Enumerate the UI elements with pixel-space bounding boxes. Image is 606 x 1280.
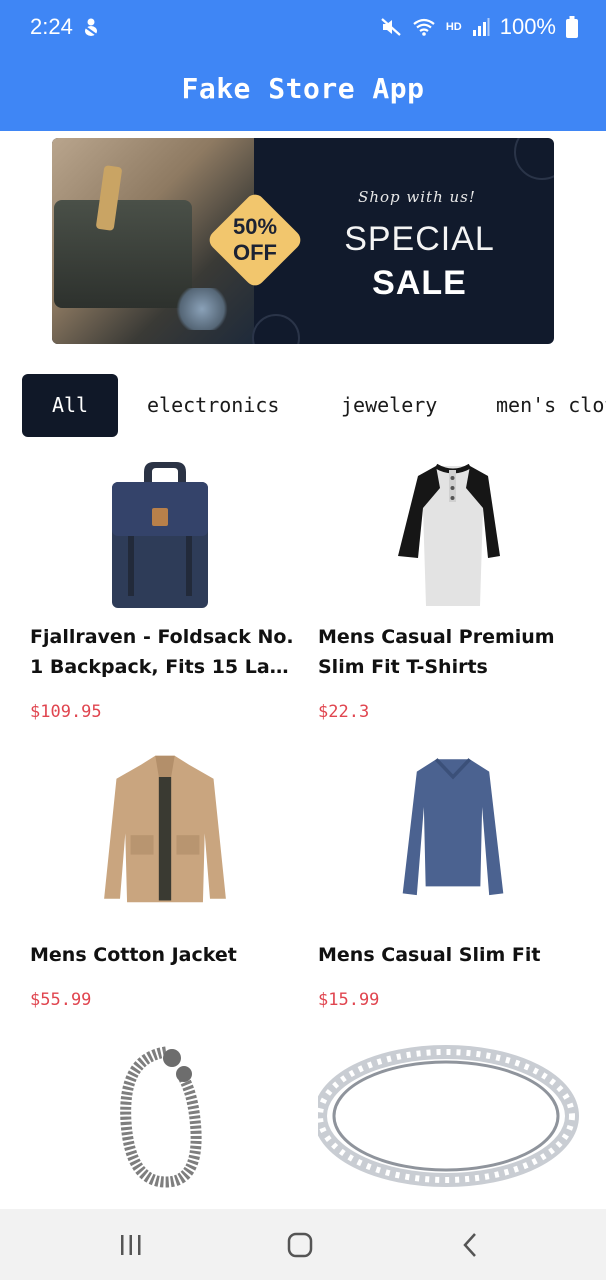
category-mens-clothing[interactable]: men's clothing — [492, 374, 606, 437]
product-title-line2: Slim Fit T-Shirts — [318, 656, 488, 678]
product-title-line1: Mens Cotton Jacket — [30, 944, 237, 966]
flower-decoration — [172, 288, 232, 330]
recent-apps-icon — [121, 1235, 141, 1255]
product-card[interactable]: Mens Cotton Jacket $55.99 — [30, 754, 300, 1014]
badge-percent: 50% — [232, 214, 278, 239]
product-card[interactable]: Mens Casual Slim Fit $15.99 — [318, 754, 588, 1014]
signal-icon — [472, 18, 490, 36]
product-card[interactable] — [30, 1042, 300, 1209]
category-tabs: All electronics jewelery men's clothing — [22, 374, 606, 438]
category-electronics[interactable]: electronics — [143, 374, 283, 437]
battery-icon — [566, 16, 578, 38]
wifi-icon — [413, 18, 435, 36]
hd-label: HD — [445, 21, 462, 33]
system-nav-bar — [0, 1209, 606, 1280]
promo-banner[interactable]: 50% OFF Shop with us! SPECIAL SALE — [52, 138, 554, 344]
bracelet-image — [120, 1046, 202, 1188]
category-jewelery[interactable]: jewelery — [337, 374, 441, 437]
product-title-line1: Mens Casual Slim Fit — [318, 944, 541, 966]
discount-badge: 50% OFF — [203, 188, 307, 292]
banner-headline: SPECIAL — [344, 220, 495, 258]
product-title-line2: 1 Backpack, Fits 15 Lap... — [30, 656, 300, 678]
banner-tagline: Shop with us! — [358, 188, 476, 206]
mute-icon — [381, 18, 401, 36]
status-icons: HD 100% — [380, 14, 578, 40]
product-title-line1: Fjallraven - Foldsack No. — [30, 626, 294, 648]
jacket-image — [104, 755, 226, 903]
banner-subheadline: SALE — [372, 264, 467, 302]
page-title: Fake Store App — [181, 72, 425, 105]
decorative-ring — [514, 138, 554, 180]
product-price: $15.99 — [318, 990, 380, 1010]
battery-percent: 100% — [499, 14, 556, 39]
ring-image — [318, 1045, 579, 1187]
backpack-image — [112, 462, 208, 608]
product-card[interactable]: Mens Casual Premium Slim Fit T-Shirts $2… — [318, 458, 588, 728]
tshirt-image — [398, 463, 500, 606]
notification-icon — [83, 18, 99, 37]
product-price: $55.99 — [30, 990, 92, 1010]
product-title-line1: Mens Casual Premium — [318, 626, 555, 648]
back-button[interactable] — [440, 1227, 500, 1263]
longsleeve-image — [402, 758, 504, 896]
status-time: 2:24 — [30, 14, 73, 39]
product-price: $109.95 — [30, 702, 102, 722]
decorative-ring — [252, 314, 300, 344]
badge-off: OFF — [233, 240, 277, 265]
app-header: 2:24 HD 100% Fake Store App — [0, 0, 606, 131]
recent-apps-button[interactable] — [101, 1227, 161, 1263]
back-icon — [463, 1233, 476, 1257]
home-icon — [287, 1232, 313, 1258]
category-all[interactable]: All — [22, 374, 118, 437]
home-button[interactable] — [270, 1227, 330, 1263]
status-bar: 2:24 HD 100% — [0, 0, 606, 56]
product-card[interactable]: Fjallraven - Foldsack No. 1 Backpack, Fi… — [30, 458, 300, 728]
product-card[interactable] — [318, 1042, 588, 1209]
product-price: $22.3 — [318, 702, 370, 722]
